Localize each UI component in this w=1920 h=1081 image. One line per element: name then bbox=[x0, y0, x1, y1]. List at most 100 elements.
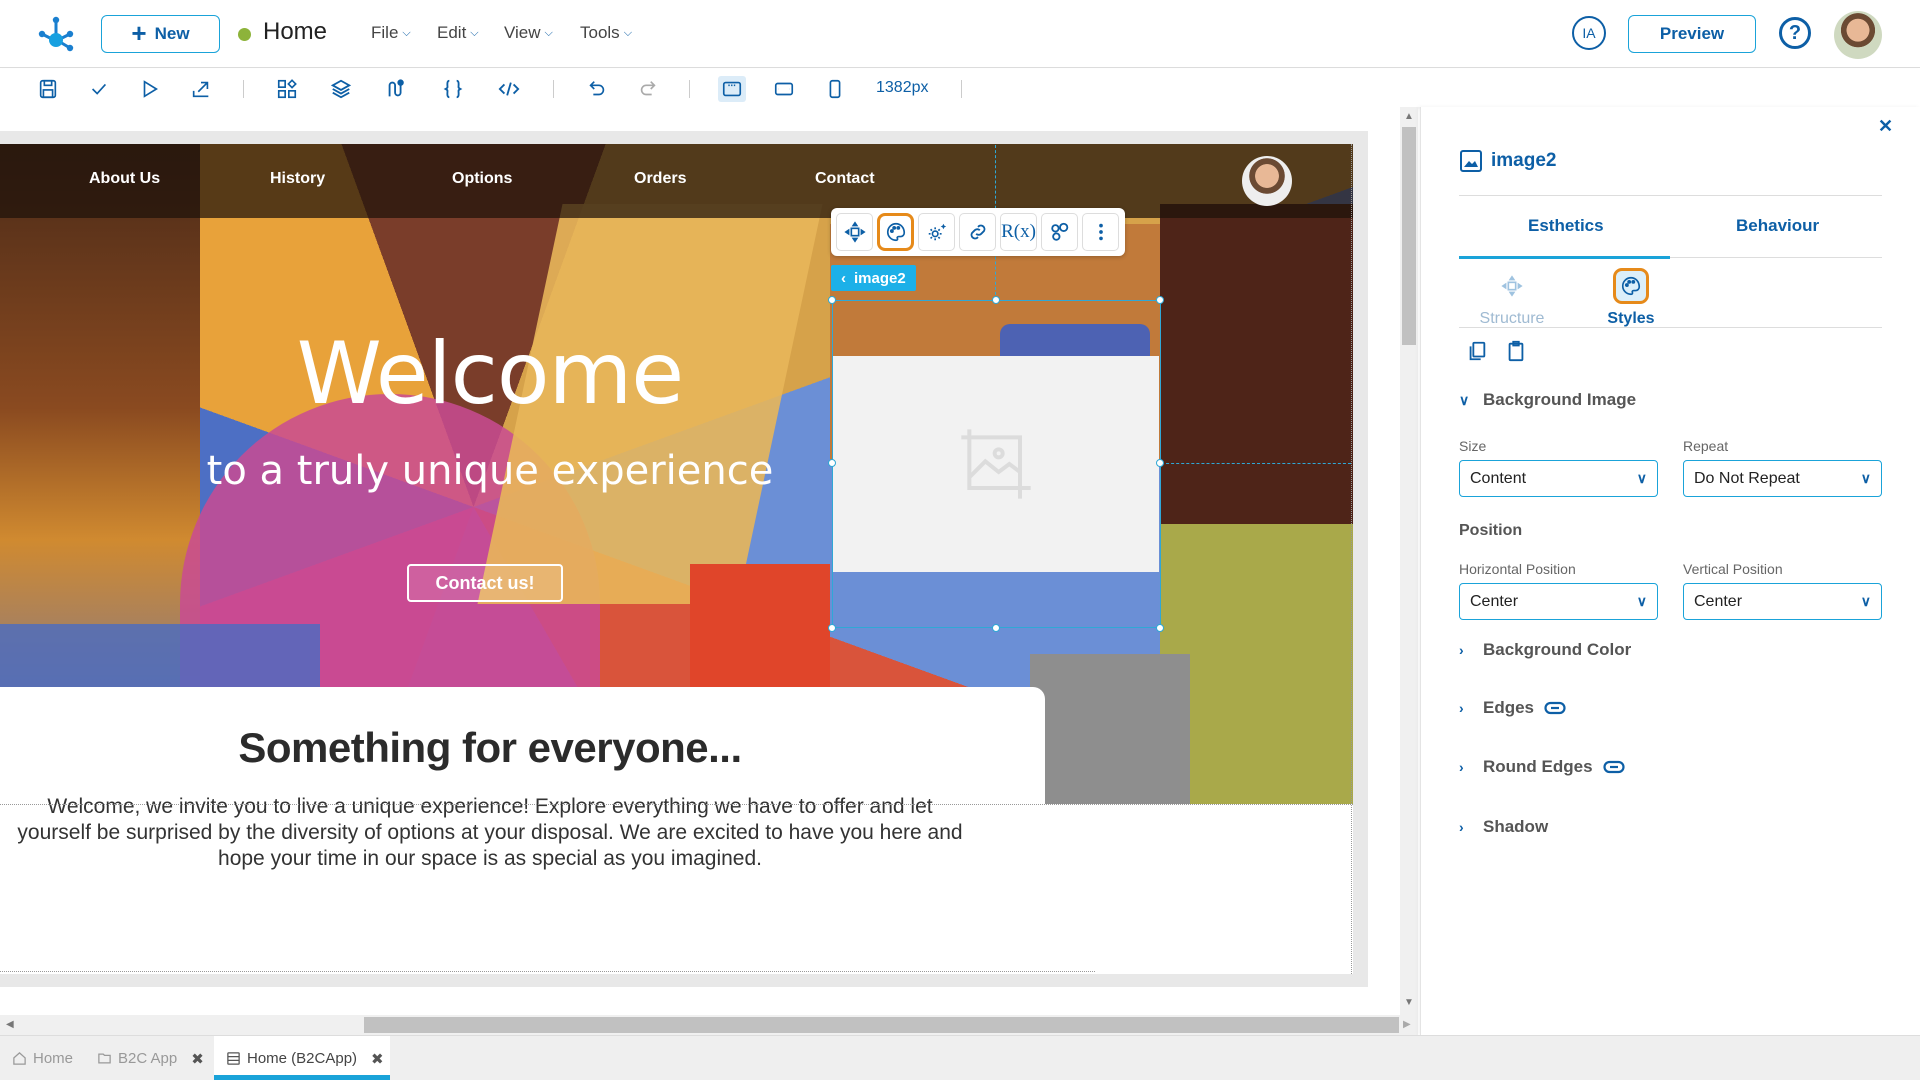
menu-tools[interactable]: Tools ⌵ bbox=[580, 23, 632, 43]
nav-link-history[interactable]: History bbox=[270, 170, 325, 188]
section-background-color-label: Background Color bbox=[1483, 640, 1632, 659]
more-vertical-icon[interactable] bbox=[1082, 213, 1119, 251]
scroll-left-icon[interactable]: ◀ bbox=[6, 1019, 14, 1030]
desktop-view-icon[interactable] bbox=[718, 76, 746, 102]
chevron-left-icon: ‹ bbox=[841, 269, 846, 287]
tablet-view-icon[interactable] bbox=[771, 76, 797, 102]
ai-assistant-icon[interactable]: IA bbox=[1572, 16, 1606, 50]
resize-handle[interactable] bbox=[828, 624, 836, 632]
vertical-position-select[interactable]: Center ∨ bbox=[1683, 583, 1882, 620]
close-tab-icon[interactable]: ✖ bbox=[371, 1050, 384, 1068]
new-button[interactable]: + New bbox=[101, 15, 220, 53]
nav-link-about-us[interactable]: About Us bbox=[89, 170, 160, 188]
toolbar-divider bbox=[553, 80, 554, 98]
horizontal-scroll-thumb[interactable] bbox=[364, 1017, 1399, 1033]
selected-element-name: image2 bbox=[854, 269, 906, 287]
palette-icon[interactable] bbox=[877, 213, 914, 251]
move-icon[interactable] bbox=[836, 213, 873, 251]
user-avatar[interactable] bbox=[1834, 11, 1882, 59]
tab-behaviour[interactable]: Behaviour bbox=[1736, 216, 1819, 236]
site-avatar[interactable] bbox=[1242, 156, 1292, 206]
braces-icon[interactable] bbox=[440, 76, 466, 102]
repeat-select[interactable]: Do Not Repeat ∨ bbox=[1683, 460, 1882, 497]
vertical-scroll-thumb[interactable] bbox=[1402, 127, 1416, 345]
layers-icon[interactable] bbox=[328, 76, 354, 102]
menu-tools-label: Tools bbox=[580, 23, 620, 42]
section-title: Something for everyone... bbox=[238, 724, 742, 771]
folder-icon bbox=[98, 1053, 111, 1064]
doc-tab-home[interactable]: Home bbox=[12, 1036, 73, 1081]
menu-file[interactable]: File ⌵ bbox=[371, 23, 411, 43]
doc-tab-b2c-app[interactable]: B2C App ✖ bbox=[97, 1036, 204, 1081]
resize-handle[interactable] bbox=[1156, 624, 1164, 632]
chevron-down-icon: ∨ bbox=[1636, 470, 1647, 486]
panel-title: image2 bbox=[1459, 149, 1556, 173]
components-icon[interactable] bbox=[274, 76, 300, 102]
nav-link-contact[interactable]: Contact bbox=[815, 170, 875, 188]
canvas-frame: About Us History Options Orders Contact … bbox=[0, 131, 1368, 987]
subtab-structure[interactable]: Structure bbox=[1472, 268, 1552, 328]
horizontal-position-select[interactable]: Center ∨ bbox=[1459, 583, 1658, 620]
play-icon[interactable] bbox=[137, 76, 163, 102]
page-title: Home bbox=[263, 18, 328, 45]
tab-esthetics[interactable]: Esthetics bbox=[1528, 216, 1604, 236]
resize-handle[interactable] bbox=[992, 296, 1000, 304]
scroll-right-icon[interactable]: ▶ bbox=[1403, 1019, 1411, 1030]
help-label: ? bbox=[1788, 21, 1802, 44]
section-edges[interactable]: › Edges bbox=[1459, 698, 1566, 718]
close-tab-icon[interactable]: ✖ bbox=[191, 1050, 204, 1068]
check-icon[interactable] bbox=[86, 76, 112, 102]
scroll-up-icon[interactable]: ▲ bbox=[1404, 111, 1414, 122]
selection-box[interactable] bbox=[832, 300, 1161, 628]
contact-us-button[interactable]: Contact us! bbox=[407, 564, 563, 602]
menu-edit-label: Edit bbox=[437, 23, 467, 42]
app-logo-icon[interactable] bbox=[36, 14, 76, 54]
undo-icon[interactable] bbox=[584, 76, 610, 102]
vertical-scrollbar[interactable]: ▲ ▼ bbox=[1400, 107, 1418, 1015]
menu-file-label: File bbox=[371, 23, 399, 42]
help-icon[interactable]: ? bbox=[1779, 17, 1811, 49]
menu-view[interactable]: View ⌵ bbox=[504, 23, 553, 43]
settings-sparkle-icon[interactable] bbox=[918, 213, 955, 251]
chevron-down-icon: ⌵ bbox=[623, 26, 633, 39]
resize-handle[interactable] bbox=[828, 459, 836, 467]
code-icon[interactable] bbox=[496, 76, 522, 102]
scroll-down-icon[interactable]: ▼ bbox=[1404, 997, 1414, 1008]
flows-icon[interactable] bbox=[383, 76, 409, 102]
paste-styles-icon[interactable] bbox=[1505, 340, 1527, 362]
home-icon bbox=[13, 1052, 26, 1065]
link-icon[interactable] bbox=[1602, 760, 1625, 774]
horizontal-scrollbar[interactable]: ◀ ▶ bbox=[0, 1015, 1418, 1035]
nav-link-options[interactable]: Options bbox=[452, 170, 512, 188]
selected-element-tag[interactable]: ‹ image2 bbox=[831, 265, 916, 291]
resize-handle[interactable] bbox=[992, 624, 1000, 632]
resize-handle[interactable] bbox=[828, 296, 836, 304]
section-round-edges[interactable]: › Round Edges bbox=[1459, 757, 1625, 777]
preview-button[interactable]: Preview bbox=[1628, 15, 1756, 53]
nav-link-orders[interactable]: Orders bbox=[634, 170, 686, 188]
redo-icon[interactable] bbox=[635, 76, 661, 102]
page-icon bbox=[227, 1052, 240, 1065]
close-panel-icon[interactable]: ✕ bbox=[1878, 116, 1893, 137]
mobile-view-icon[interactable] bbox=[822, 76, 848, 102]
copy-styles-icon[interactable] bbox=[1466, 340, 1488, 362]
section-background-image[interactable]: ∨ Background Image bbox=[1459, 390, 1636, 410]
link-icon[interactable] bbox=[1544, 701, 1566, 715]
design-canvas[interactable]: About Us History Options Orders Contact … bbox=[0, 107, 1400, 1015]
resize-handle[interactable] bbox=[1156, 459, 1164, 467]
subtab-styles[interactable]: Styles bbox=[1591, 268, 1671, 328]
section-background-color[interactable]: › Background Color bbox=[1459, 640, 1631, 660]
structure-icon bbox=[1494, 268, 1530, 304]
link-icon[interactable] bbox=[959, 213, 996, 251]
export-icon[interactable] bbox=[188, 76, 214, 102]
toolbar-divider bbox=[689, 80, 690, 98]
nodes-icon[interactable] bbox=[1041, 213, 1078, 251]
regex-icon[interactable]: R(x) bbox=[1000, 213, 1037, 251]
menu-edit[interactable]: Edit ⌵ bbox=[437, 23, 479, 43]
chevron-right-icon: › bbox=[1459, 700, 1464, 716]
palette-icon bbox=[1613, 268, 1649, 304]
save-icon[interactable] bbox=[35, 76, 61, 102]
section-shadow[interactable]: › Shadow bbox=[1459, 817, 1548, 837]
size-select[interactable]: Content ∨ bbox=[1459, 460, 1658, 497]
resize-handle[interactable] bbox=[1156, 296, 1164, 304]
